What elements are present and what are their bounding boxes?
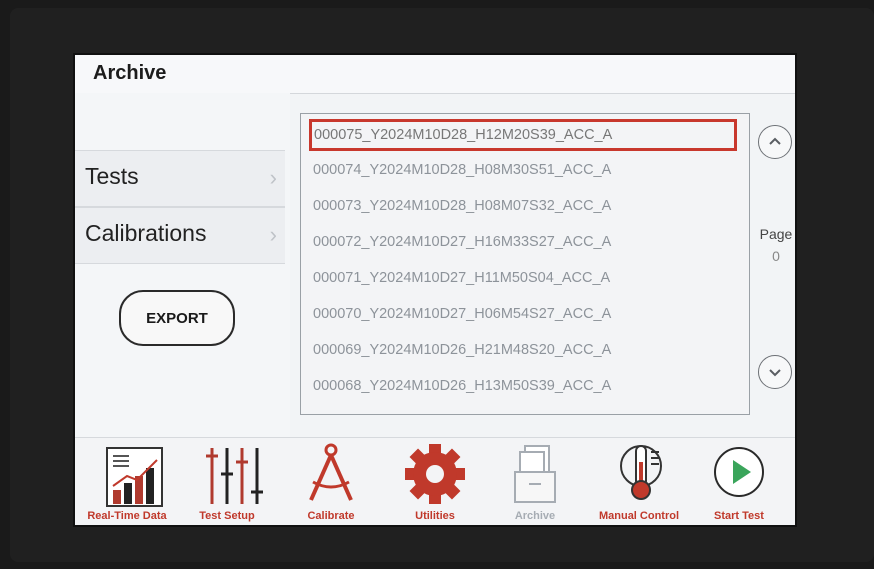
page-down-button[interactable] (758, 355, 792, 389)
compass-icon (309, 443, 353, 501)
page-title: Archive (93, 62, 167, 84)
toolbar-test-setup[interactable]: Test Setup (177, 438, 277, 525)
page-up-button[interactable] (758, 125, 792, 159)
page-label: Page (759, 226, 793, 242)
file-cabinet-icon (514, 445, 556, 503)
toolbar-label: Test Setup (199, 510, 255, 522)
toolbar-label: Real-Time Data (87, 510, 167, 522)
bar-chart-icon (106, 447, 163, 507)
toolbar-label: Start Test (714, 510, 764, 522)
list-item[interactable]: 000072_Y2024M10D27_H16M33S27_ACC_A (313, 234, 611, 258)
toolbar-label: Archive (514, 510, 556, 522)
toolbar-real-time-data[interactable]: Real-Time Data (77, 438, 177, 525)
chevron-right-icon: › (269, 222, 277, 247)
thermometer-icon (620, 445, 662, 500)
page-number: 0 (772, 248, 780, 264)
toolbar-archive[interactable]: Archive (485, 438, 585, 525)
export-button[interactable]: EXPORT (119, 290, 235, 346)
list-item[interactable]: 000073_Y2024M10D28_H08M07S32_ACC_A (313, 198, 611, 222)
gear-icon (405, 444, 465, 504)
toolbar-manual-control[interactable]: Manual Control (589, 438, 689, 525)
toolbar-label: Calibrate (307, 510, 355, 522)
sidebar-item-label: Calibrations (85, 220, 207, 246)
left-pane: Tests › Calibrations › EXPORT (75, 93, 290, 437)
chevron-right-icon: › (269, 165, 277, 190)
sidebar-item-calibrations[interactable]: Calibrations › (75, 207, 285, 264)
sidebar-item-label: Tests (85, 163, 139, 189)
toolbar-label: Utilities (415, 510, 455, 522)
bottom-toolbar: Real-Time Data Test Setup Calibrate Util… (75, 437, 795, 525)
chevron-down-icon (769, 369, 781, 377)
toolbar-calibrate[interactable]: Calibrate (281, 438, 381, 525)
chevron-up-icon (769, 137, 781, 145)
play-icon (714, 447, 764, 497)
title-bar: Archive (75, 55, 795, 94)
list-item[interactable]: 000071_Y2024M10D27_H11M50S04_ACC_A (313, 270, 610, 294)
toolbar-utilities[interactable]: Utilities (385, 438, 485, 525)
touch-screen: Archive Tests › Calibrations › EXPORT 00… (75, 55, 795, 525)
toolbar-label: Manual Control (598, 510, 680, 522)
archive-list[interactable]: 000075_Y2024M10D28_H12M20S39_ACC_A 00007… (300, 113, 750, 415)
sliders-icon (206, 448, 263, 504)
list-item[interactable]: 000069_Y2024M10D26_H21M48S20_ACC_A (313, 342, 611, 366)
list-item[interactable]: 000068_Y2024M10D26_H13M50S39_ACC_A (313, 378, 611, 402)
sidebar-item-tests[interactable]: Tests › (75, 150, 285, 207)
list-item[interactable]: 000070_Y2024M10D27_H06M54S27_ACC_A (313, 306, 611, 330)
list-item[interactable]: 000074_Y2024M10D28_H08M30S51_ACC_A (313, 162, 611, 186)
toolbar-start-test[interactable]: Start Test (689, 438, 789, 525)
list-item-selected[interactable]: 000075_Y2024M10D28_H12M20S39_ACC_A (309, 119, 737, 151)
